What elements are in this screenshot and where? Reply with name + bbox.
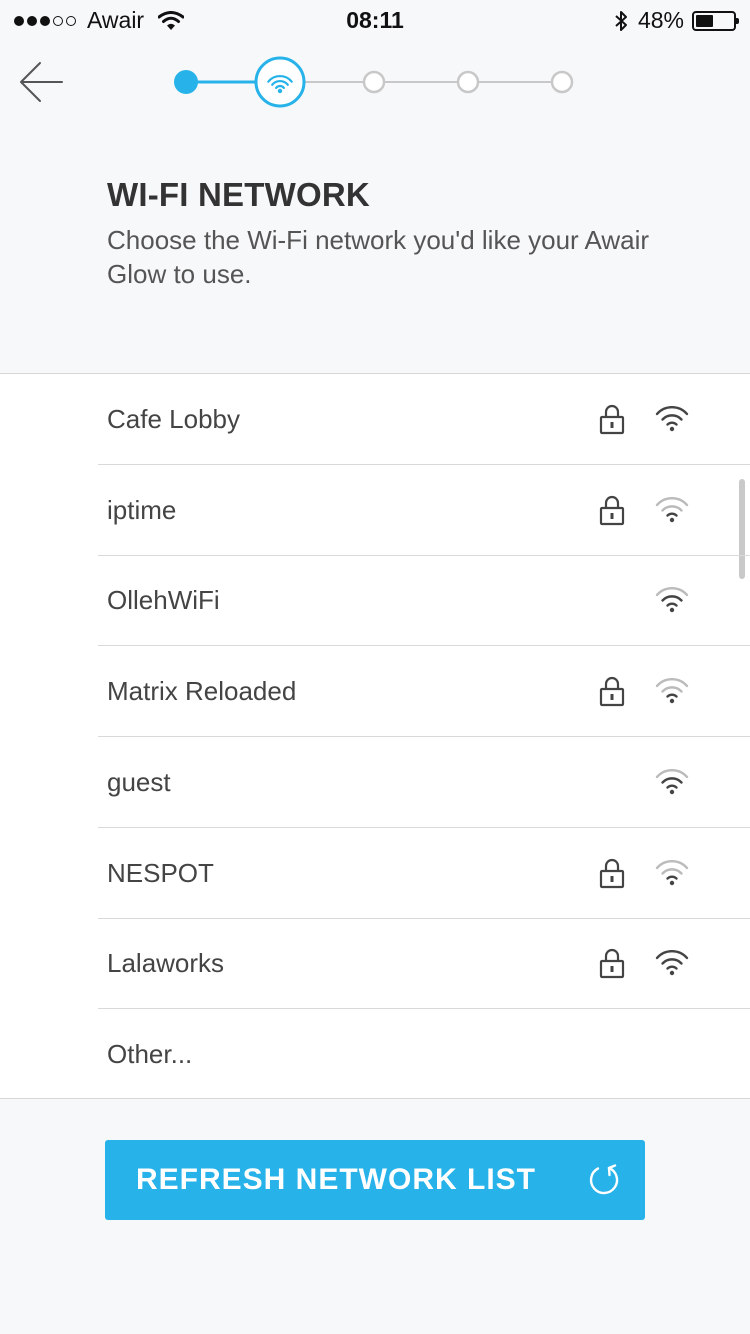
wifi-signal-icon (655, 404, 689, 432)
network-name: iptime (107, 494, 177, 525)
status-right: 48% (614, 7, 739, 34)
wifi-signal-icon (655, 948, 689, 976)
network-row[interactable]: Lalaworks (98, 918, 750, 1010)
refresh-button-label: REFRESH NETWORK LIST (136, 1163, 536, 1196)
wifi-signal-icon (655, 585, 689, 613)
refresh-network-list-button[interactable]: REFRESH NETWORK LIST (105, 1140, 645, 1220)
wifi-signal-icon (655, 495, 689, 523)
network-name: Cafe Lobby (107, 404, 240, 434)
network-name: Other... (107, 1038, 193, 1069)
lock-icon (598, 857, 626, 889)
lock-icon (598, 947, 626, 979)
lock-icon (598, 675, 626, 707)
progress-step-4 (456, 70, 480, 94)
network-row[interactable]: OllehWiFi (98, 555, 750, 647)
network-row[interactable]: iptime (98, 465, 750, 556)
progress-step-2 (254, 56, 306, 108)
setup-progress (174, 56, 574, 108)
network-name: NESPOT (107, 857, 214, 888)
status-bar: Awair 08:11 48% (0, 0, 750, 40)
progress-step-1 (174, 70, 198, 94)
wifi-signal-icon (655, 767, 689, 795)
bluetooth-icon (615, 10, 627, 31)
progress-step-3 (362, 70, 386, 94)
wifi-signal-icon (655, 676, 689, 704)
arrow-left-icon (20, 62, 63, 102)
battery-percentage: 48% (637, 7, 684, 33)
network-row[interactable]: Cafe Lobby (98, 374, 750, 465)
battery-icon (692, 10, 739, 31)
battery-level (696, 14, 714, 27)
network-name: OllehWiFi (107, 585, 220, 616)
refresh-icon (589, 1164, 619, 1195)
progress-step-5 (550, 70, 574, 94)
network-row[interactable]: guest (98, 737, 750, 828)
network-name: Lalaworks (107, 948, 225, 979)
back-button[interactable] (16, 58, 66, 108)
network-row[interactable]: Other... (98, 1009, 750, 1100)
page-title: WI-FI NETWORK (107, 176, 370, 213)
page-subtitle: Choose the Wi-Fi network you'd like your… (107, 225, 650, 289)
network-list[interactable]: Cafe Lobby iptime OllehWiFi Matrix Reloa… (0, 373, 750, 1099)
network-row[interactable]: NESPOT (98, 828, 750, 919)
network-row[interactable]: Matrix Reloaded (98, 646, 750, 738)
network-name: Matrix Reloaded (107, 676, 297, 707)
lock-icon (598, 403, 626, 435)
network-name: guest (107, 766, 171, 797)
lock-icon (598, 494, 626, 526)
wifi-signal-icon (655, 858, 689, 886)
